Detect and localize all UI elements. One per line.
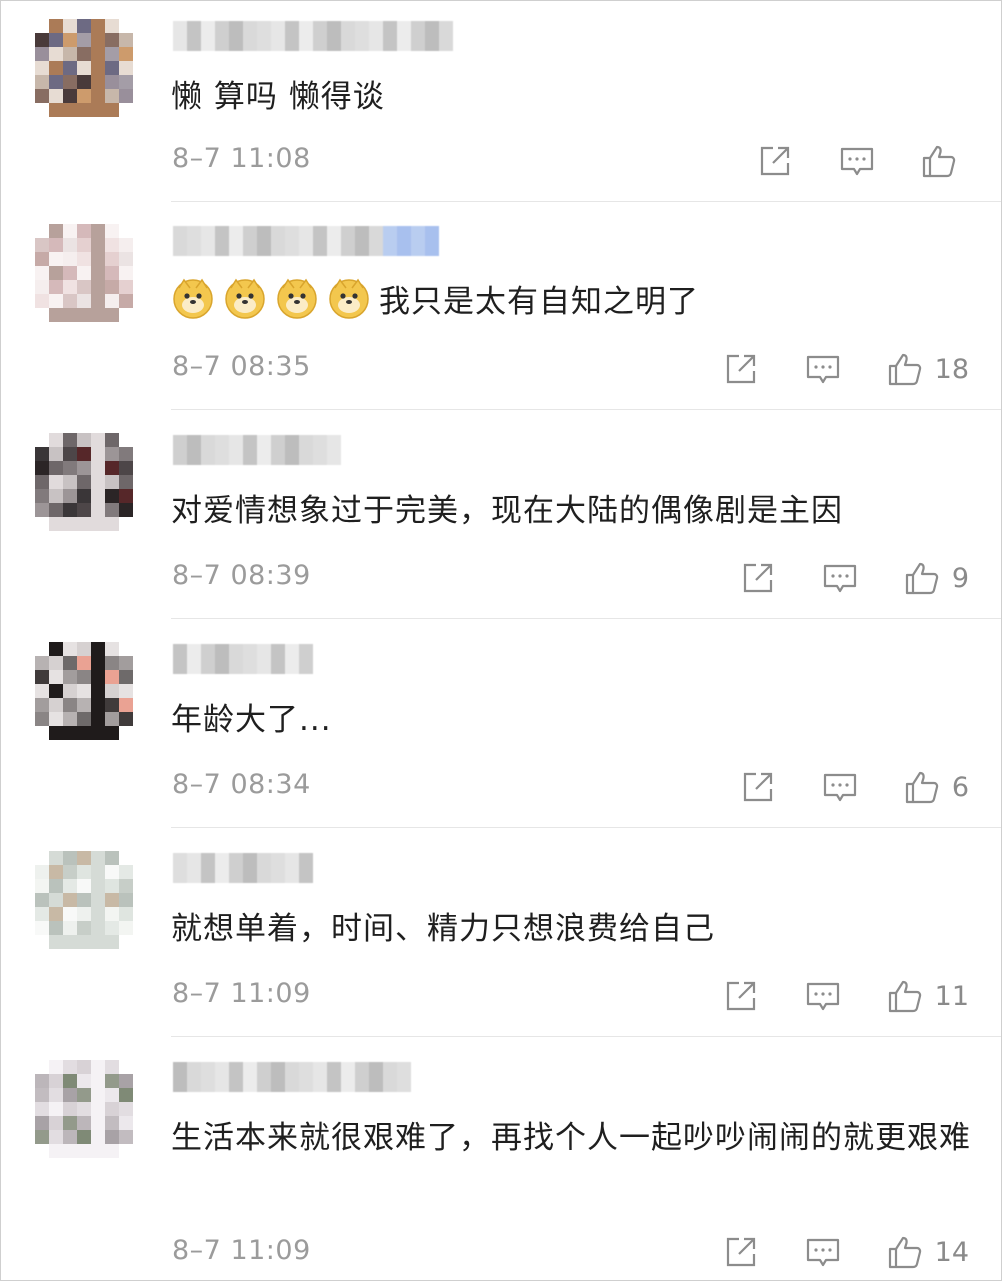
like-count: 18 xyxy=(934,353,969,385)
like-count: 6 xyxy=(951,771,969,803)
share-icon[interactable] xyxy=(723,1234,759,1270)
thumbs-up-icon[interactable] xyxy=(904,769,940,805)
thumbs-up-icon[interactable] xyxy=(887,1234,923,1270)
doge-emoji xyxy=(225,278,265,319)
share-icon[interactable] xyxy=(740,560,776,596)
comment-time: 8–7 08:34 xyxy=(172,769,311,800)
comment-item: 对爱情想象过于完美，现在大陆的偶像剧是主因 8–7 08:39 9 xyxy=(1,415,1002,620)
comment-icon[interactable] xyxy=(839,143,875,179)
comment-icon[interactable] xyxy=(805,351,841,387)
thumbs-up-icon[interactable] xyxy=(904,560,940,596)
comment-time: 8–7 11:08 xyxy=(172,143,311,174)
share-icon[interactable] xyxy=(757,143,793,179)
comment-time: 8–7 11:09 xyxy=(172,978,311,1009)
username-blurred[interactable] xyxy=(173,226,439,256)
thumbs-up-icon[interactable] xyxy=(887,351,923,387)
comment-item: 就想单着，时间、精力只想浪费给自己 8–7 11:09 11 xyxy=(1,833,1002,1038)
comment-text: 就想单着，时间、精力只想浪费给自己 xyxy=(171,911,715,947)
comment-icon[interactable] xyxy=(822,769,858,805)
username-blurred[interactable] xyxy=(173,853,313,883)
comment-item: 年龄大了... 8–7 08:34 6 xyxy=(1,624,1002,829)
comment-text: 生活本来就很艰难了，再找个人一起吵吵闹闹的就更艰难 xyxy=(171,1120,971,1156)
like-count: 9 xyxy=(951,562,969,594)
comment-icon[interactable] xyxy=(822,560,858,596)
username-blurred[interactable] xyxy=(173,644,313,674)
share-icon[interactable] xyxy=(723,978,759,1014)
comment-icon[interactable] xyxy=(805,978,841,1014)
comment-item: 懒 算吗 懒得谈 8–7 11:08 xyxy=(1,1,1002,201)
comment-actions: 11 xyxy=(723,976,969,1016)
divider xyxy=(171,201,1001,202)
thumbs-up-icon[interactable] xyxy=(921,143,957,179)
share-icon[interactable] xyxy=(740,769,776,805)
doge-emoji xyxy=(173,278,213,319)
comment-time: 8–7 08:39 xyxy=(172,560,311,591)
like-count: 11 xyxy=(934,980,969,1012)
divider xyxy=(171,409,1001,410)
comment-item: 生活本来就很艰难了，再找个人一起吵吵闹闹的就更艰难 8–7 11:09 14 xyxy=(1,1042,1002,1282)
like-count: 14 xyxy=(934,1236,969,1268)
share-icon[interactable] xyxy=(723,351,759,387)
username-blurred[interactable] xyxy=(173,435,341,465)
doge-emoji xyxy=(277,278,317,319)
comment-item: 我只是太有自知之明了 8–7 08:35 18 xyxy=(1,206,1002,411)
comment-actions: 18 xyxy=(723,349,969,389)
comment-actions: 6 xyxy=(740,767,969,807)
comment-text: 我只是太有自知之明了 xyxy=(171,276,973,328)
avatar[interactable] xyxy=(35,433,133,531)
username-blurred[interactable] xyxy=(173,1062,411,1092)
doge-emoji xyxy=(329,278,369,319)
avatar[interactable] xyxy=(35,642,133,740)
comment-actions xyxy=(757,141,969,181)
divider xyxy=(171,1036,1001,1037)
comment-time: 8–7 08:35 xyxy=(172,351,311,382)
comment-time: 8–7 11:09 xyxy=(172,1235,311,1266)
comment-actions: 9 xyxy=(740,558,969,598)
avatar[interactable] xyxy=(35,851,133,949)
comment-text-body: 我只是太有自知之明了 xyxy=(379,284,699,320)
comment-text: 懒 算吗 懒得谈 xyxy=(171,79,385,115)
username-blurred[interactable] xyxy=(173,21,453,51)
avatar[interactable] xyxy=(35,19,133,117)
thumbs-up-icon[interactable] xyxy=(887,978,923,1014)
comment-text: 年龄大了... xyxy=(171,702,332,738)
divider xyxy=(171,618,1001,619)
avatar[interactable] xyxy=(35,1060,133,1158)
avatar[interactable] xyxy=(35,224,133,322)
comment-actions: 14 xyxy=(723,1232,969,1272)
comment-text: 对爱情想象过于完美，现在大陆的偶像剧是主因 xyxy=(171,493,843,529)
comment-icon[interactable] xyxy=(805,1234,841,1270)
divider xyxy=(171,827,1001,828)
